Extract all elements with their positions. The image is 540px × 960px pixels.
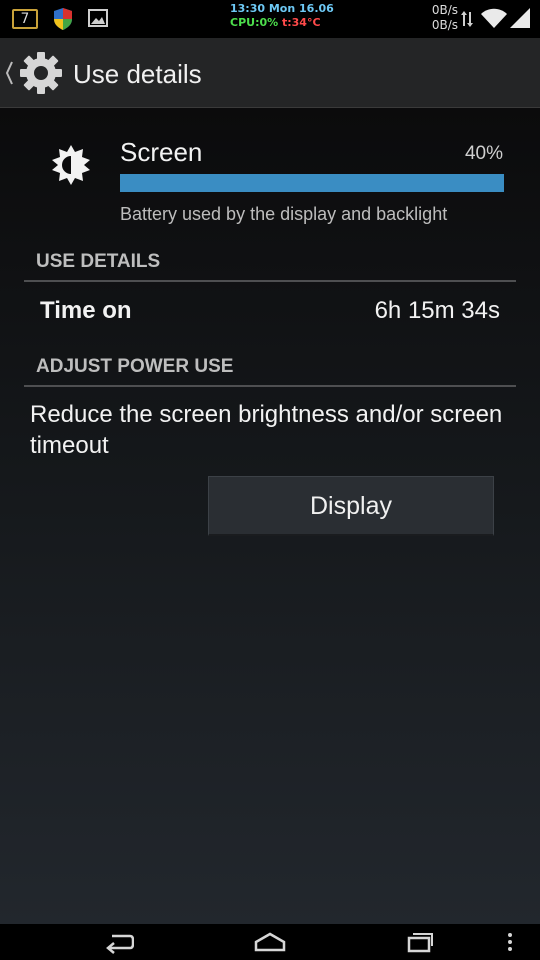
usage-percent: 40%	[464, 143, 503, 164]
calendar-icon: 7	[12, 9, 38, 29]
home-icon[interactable]	[254, 930, 286, 954]
signal-icon	[510, 8, 530, 28]
usage-bar	[120, 174, 504, 192]
brightness-icon	[52, 145, 90, 185]
page-title: Use details	[73, 59, 202, 89]
section-header-label: ADJUST POWER USE	[36, 356, 234, 377]
net-up: 0B/s	[431, 3, 458, 17]
status-cpu: CPU:0%	[230, 16, 279, 29]
status-temperature: t:34°C	[282, 16, 321, 29]
overflow-menu-icon[interactable]	[506, 930, 514, 954]
status-bar: 7 13:30 Mon 16.06 CPU:0% t:34°C 0B/s 0B/…	[0, 0, 540, 38]
shield-icon	[54, 8, 72, 30]
action-bar: Use details	[0, 38, 540, 108]
usage-bar-fill	[120, 174, 504, 192]
detail-value: 6h 15m 34s	[374, 297, 500, 324]
display-settings-button[interactable]: Display	[208, 476, 494, 536]
back-icon[interactable]	[104, 930, 134, 954]
status-clock-cpu: 13:30 Mon 16.06 CPU:0% t:34°C	[230, 2, 350, 30]
status-time: 13:30 Mon 16.06	[230, 2, 334, 15]
data-arrows-icon	[461, 11, 473, 27]
detail-row-time-on: Time on 6h 15m 34s	[24, 288, 516, 334]
wifi-icon	[481, 8, 507, 28]
detail-label: Time on	[40, 297, 132, 324]
screen: 7 13:30 Mon 16.06 CPU:0% t:34°C 0B/s 0B/…	[0, 0, 540, 960]
app-name: Screen	[120, 137, 203, 167]
section-header-adjust-power: ADJUST POWER USE	[24, 351, 516, 387]
photo-icon	[88, 9, 108, 27]
app-description: Battery used by the display and backligh…	[120, 204, 448, 224]
section-header-use-details: USE DETAILS	[24, 246, 516, 282]
power-suggestion-text: Reduce the screen brightness and/or scre…	[30, 401, 503, 459]
up-caret-icon[interactable]	[4, 58, 14, 88]
use-details-content: Screen 40% Battery used by the display a…	[0, 108, 540, 924]
navigation-bar	[0, 924, 540, 960]
section-header-label: USE DETAILS	[36, 251, 161, 272]
net-down: 0B/s	[431, 18, 458, 32]
settings-gear-icon[interactable]	[18, 50, 64, 96]
recent-apps-icon[interactable]	[406, 930, 434, 954]
network-speed: 0B/s 0B/s	[432, 3, 458, 33]
